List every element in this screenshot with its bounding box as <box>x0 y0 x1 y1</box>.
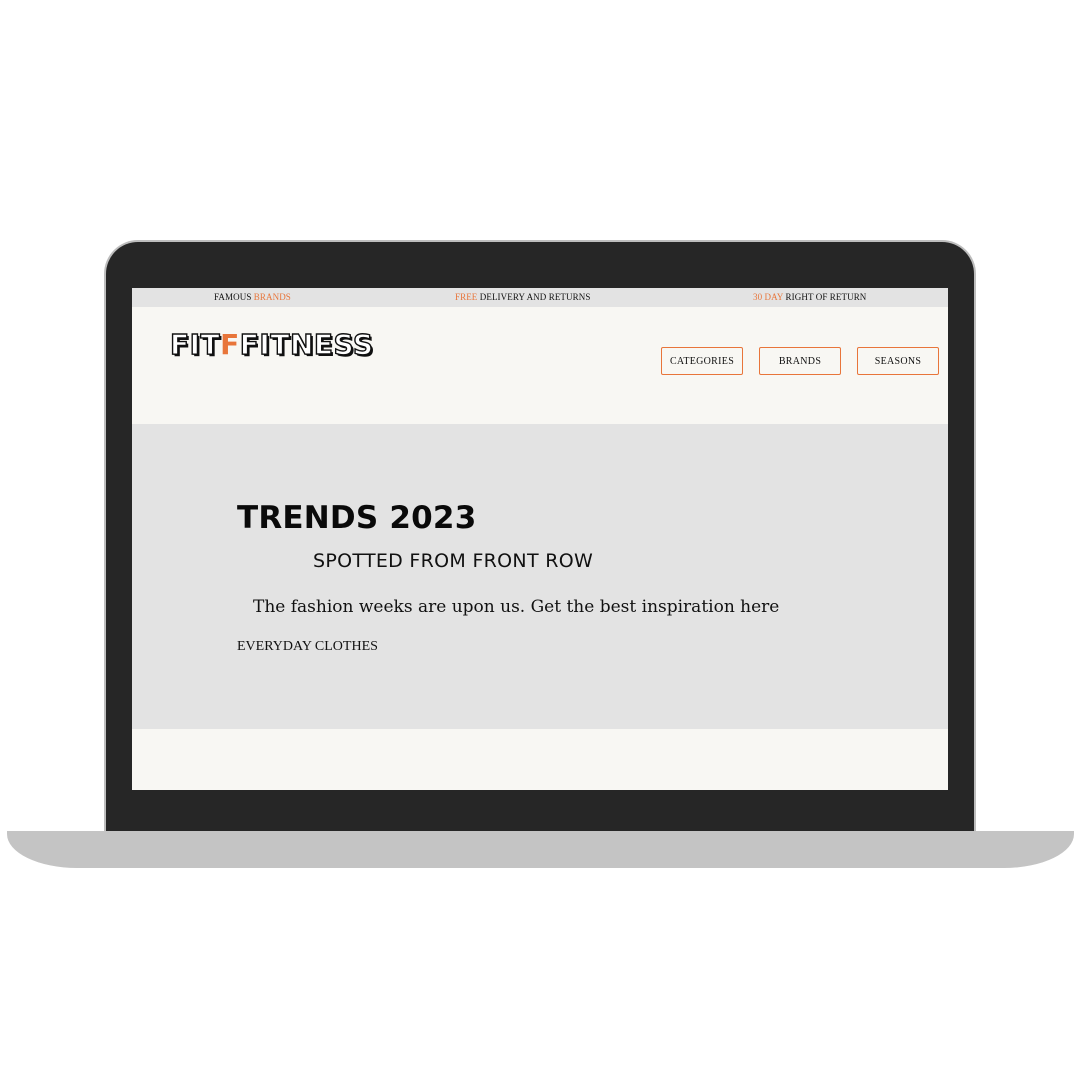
hero-banner: TRENDS 2023 SPOTTED FROM FRONT ROW The f… <box>132 424 948 729</box>
everyday-clothes-link[interactable]: EVERYDAY CLOTHES <box>237 639 378 655</box>
promo-accent: BRANDS <box>253 292 291 302</box>
hero-subtitle: SPOTTED FROM FRONT ROW <box>313 550 594 572</box>
promo-trail: RIGHT OF RETURN <box>783 292 867 302</box>
logo-text-right: FITNESS <box>239 328 374 361</box>
logo-text-left: FIT <box>169 328 221 361</box>
nav-categories-button[interactable]: CATEGORIES <box>661 347 743 375</box>
hero-description: The fashion weeks are upon us. Get the b… <box>253 597 780 617</box>
promo-free-delivery: FREE DELIVERY AND RETURNS <box>455 292 590 302</box>
site-logo[interactable]: FITFFITNESS <box>169 328 374 361</box>
nav-brands-button[interactable]: BRANDS <box>759 347 841 375</box>
nav-seasons-button[interactable]: SEASONS <box>857 347 939 375</box>
laptop-screen: FAMOUS BRANDS FREE DELIVERY AND RETURNS … <box>132 288 948 790</box>
promo-accent: 30 DAY <box>753 292 784 302</box>
logo-mark: F <box>220 328 240 361</box>
promo-bar: FAMOUS BRANDS FREE DELIVERY AND RETURNS … <box>132 288 948 307</box>
promo-return-policy: 30 DAY RIGHT OF RETURN <box>753 292 866 302</box>
promo-famous-brands: FAMOUS BRANDS <box>214 292 291 302</box>
hero-title: TRENDS 2023 <box>237 500 477 536</box>
promo-trail: DELIVERY AND RETURNS <box>477 292 591 302</box>
promo-lead: FAMOUS <box>214 292 254 302</box>
laptop-base <box>7 831 1074 868</box>
laptop-mockup: FAMOUS BRANDS FREE DELIVERY AND RETURNS … <box>0 0 1081 1081</box>
promo-accent: FREE <box>455 292 478 302</box>
